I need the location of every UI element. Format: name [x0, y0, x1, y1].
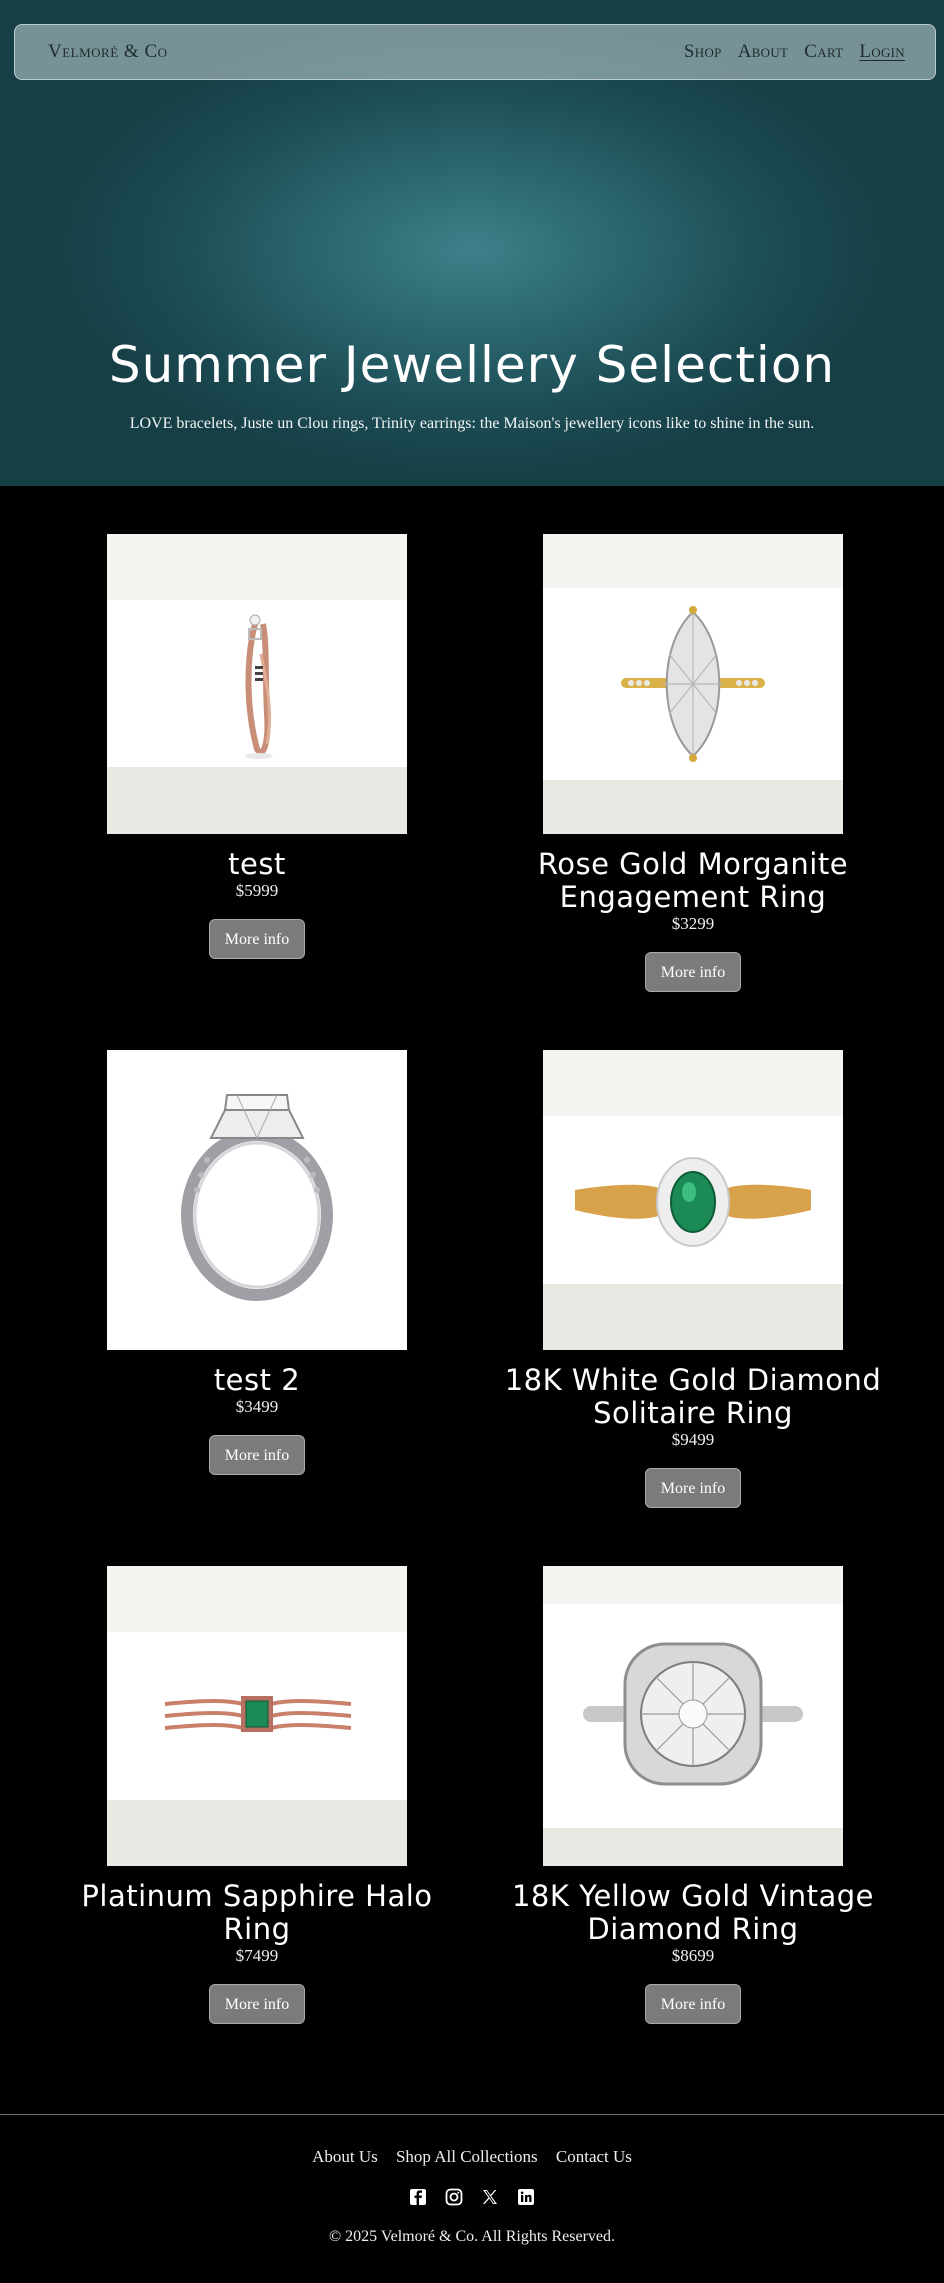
product-price: $7499 — [235, 1946, 279, 1965]
footer-contact-link[interactable]: Contact Us — [556, 2147, 632, 2166]
x-icon[interactable] — [481, 2188, 499, 2206]
rose-gold-twist-ring-icon — [245, 614, 273, 759]
product-card: test $5999 More info — [47, 534, 467, 959]
product-name[interactable]: Platinum Sapphire Halo Ring — [47, 1880, 467, 1946]
marquise-diamond-ring-icon — [621, 606, 765, 762]
nav-cart-link[interactable]: Cart — [804, 41, 843, 63]
product-name[interactable]: Rose Gold Morganite Engagement Ring — [483, 848, 903, 914]
product-price: $3299 — [671, 914, 715, 933]
facebook-icon[interactable] — [409, 2188, 427, 2206]
more-info-button[interactable]: More info — [209, 1435, 305, 1475]
product-image[interactable] — [543, 534, 843, 834]
more-info-button[interactable]: More info — [645, 952, 741, 992]
nav-links: Shop About Cart Login — [684, 41, 905, 63]
footer-divider — [0, 2114, 944, 2115]
footer-links: About Us Shop All Collections Contact Us — [0, 2147, 944, 2167]
more-info-button[interactable]: More info — [645, 1984, 741, 2024]
footer-about-link[interactable]: About Us — [312, 2147, 378, 2166]
product-image[interactable] — [543, 1050, 843, 1350]
navbar: Velmoré & Co Shop About Cart Login — [14, 24, 936, 80]
product-image[interactable] — [107, 534, 407, 834]
emerald-halo-gold-ring-icon — [575, 1157, 811, 1247]
copyright-text: © 2025 Velmoré & Co. All Rights Reserved… — [328, 2228, 616, 2245]
product-name[interactable]: test — [47, 848, 467, 881]
product-name[interactable]: 18K White Gold Diamond Solitaire Ring — [483, 1364, 903, 1430]
hero-title: Summer Jewellery Selection — [108, 336, 836, 394]
brand-logo[interactable]: Velmoré & Co — [48, 41, 168, 63]
product-price: $8699 — [671, 1946, 715, 1965]
halo-diamond-ring-icon — [181, 1094, 333, 1301]
product-image[interactable] — [107, 1050, 407, 1350]
product-name[interactable]: test 2 — [47, 1364, 467, 1397]
product-card: 18K Yellow Gold Vintage Diamond Ring $86… — [483, 1566, 903, 2024]
nav-shop-link[interactable]: Shop — [684, 41, 722, 63]
nav-login-link[interactable]: Login — [859, 41, 905, 63]
cushion-halo-diamond-ring-icon — [583, 1642, 803, 1786]
instagram-icon[interactable] — [445, 2188, 463, 2206]
hero-subtitle: LOVE bracelets, Juste un Clou rings, Tri… — [129, 415, 815, 432]
product-price: $9499 — [671, 1430, 715, 1449]
more-info-button[interactable]: More info — [645, 1468, 741, 1508]
product-price: $3499 — [235, 1397, 279, 1416]
footer-shop-link[interactable]: Shop All Collections — [396, 2147, 538, 2166]
linkedin-icon[interactable] — [517, 2188, 535, 2206]
product-card: Rose Gold Morganite Engagement Ring $329… — [483, 534, 903, 992]
product-name[interactable]: 18K Yellow Gold Vintage Diamond Ring — [483, 1880, 903, 1946]
product-image[interactable] — [543, 1566, 843, 1866]
more-info-button[interactable]: More info — [209, 1984, 305, 2024]
social-links — [0, 2188, 944, 2206]
product-price: $5999 — [235, 881, 279, 900]
product-card: test 2 $3499 More info — [47, 1050, 467, 1475]
more-info-button[interactable]: More info — [209, 919, 305, 959]
rose-gold-emerald-band-icon — [164, 1696, 352, 1732]
product-card: Platinum Sapphire Halo Ring $7499 More i… — [47, 1566, 467, 2024]
nav-about-link[interactable]: About — [738, 41, 789, 63]
product-card: 18K White Gold Diamond Solitaire Ring $9… — [483, 1050, 903, 1508]
product-image[interactable] — [107, 1566, 407, 1866]
